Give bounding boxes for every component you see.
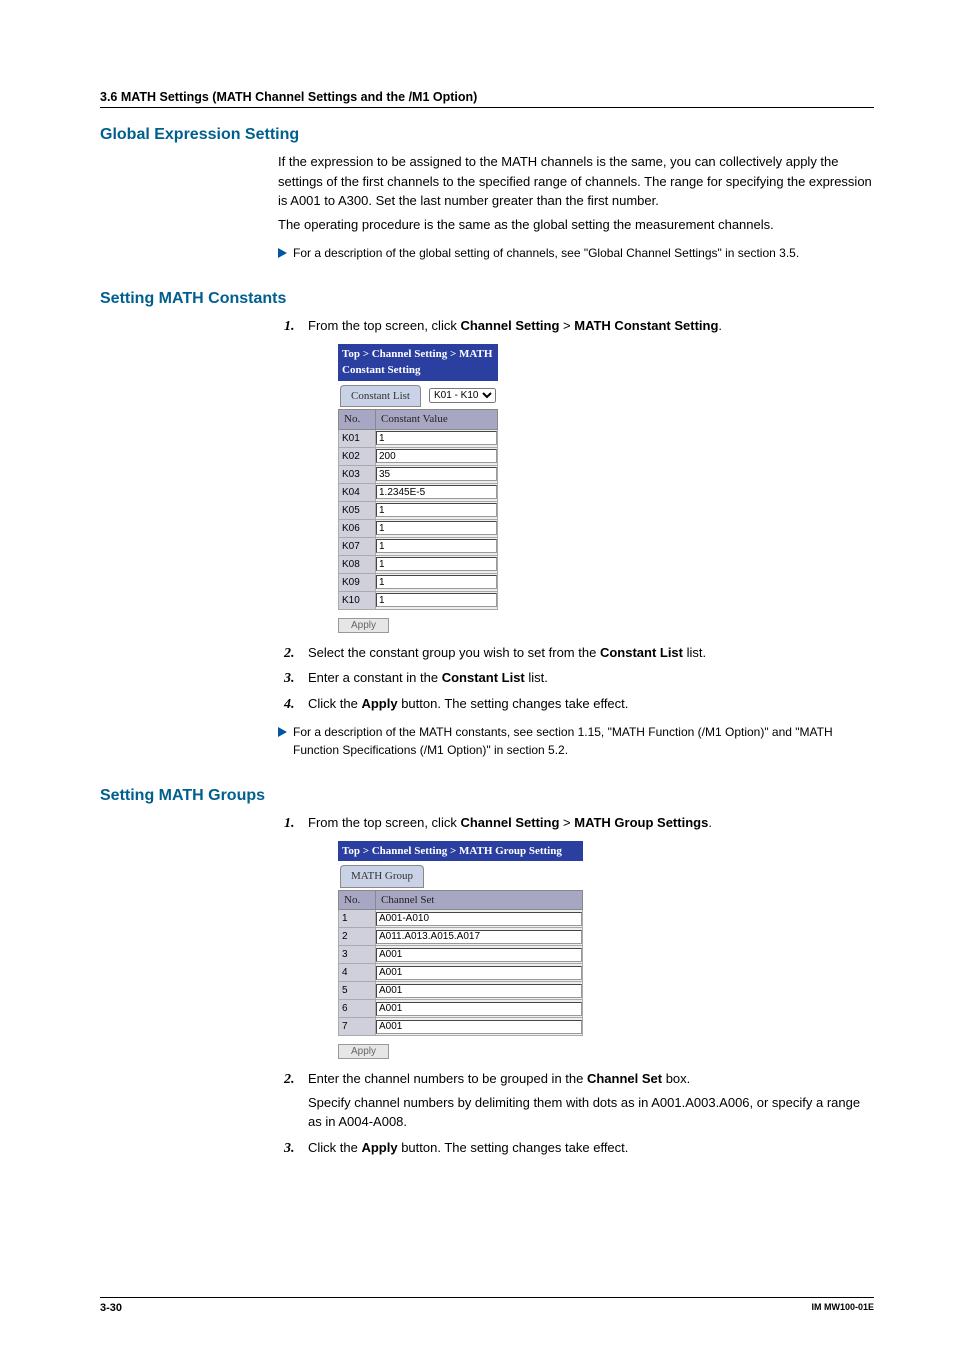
- table-row: K04: [339, 483, 498, 501]
- channel-set-input[interactable]: [376, 1020, 582, 1034]
- constants-note: For a description of the MATH constants,…: [293, 723, 874, 759]
- constant-value-input[interactable]: [376, 593, 497, 607]
- table-row: 2: [339, 928, 583, 946]
- groups-col-channel: Channel Set: [376, 890, 583, 910]
- table-row: 5: [339, 982, 583, 1000]
- groups-table: No. Channel Set 1 2 3 4 5 6 7: [338, 890, 583, 1037]
- note-arrow-icon: [278, 248, 287, 258]
- constants-step-3: Enter a constant in the Constant List li…: [278, 668, 874, 688]
- heading-math-groups: Setting MATH Groups: [100, 787, 874, 805]
- constants-breadcrumb: Top > Channel Setting > MATH Constant Se…: [338, 344, 498, 381]
- table-row: K06: [339, 519, 498, 537]
- constants-apply-button[interactable]: Apply: [338, 618, 389, 633]
- table-row: K01: [339, 429, 498, 447]
- constants-range-select[interactable]: K01 - K10: [429, 388, 496, 403]
- constant-value-input[interactable]: [376, 575, 497, 589]
- page-number: 3-30: [100, 1302, 122, 1314]
- groups-breadcrumb: Top > Channel Setting > MATH Group Setti…: [338, 841, 583, 862]
- constants-tab[interactable]: Constant List: [340, 385, 421, 408]
- table-row: K03: [339, 465, 498, 483]
- global-para-1: If the expression to be assigned to the …: [278, 152, 874, 211]
- heading-global-expression: Global Expression Setting: [100, 126, 874, 144]
- groups-step-1: From the top screen, click Channel Setti…: [278, 813, 874, 1059]
- constant-value-input[interactable]: [376, 449, 497, 463]
- running-header: 3.6 MATH Settings (MATH Channel Settings…: [100, 90, 874, 108]
- constant-value-input[interactable]: [376, 467, 497, 481]
- table-row: K10: [339, 591, 498, 609]
- channel-set-input[interactable]: [376, 948, 582, 962]
- constants-step-2: Select the constant group you wish to se…: [278, 643, 874, 663]
- table-row: 4: [339, 964, 583, 982]
- table-row: K09: [339, 573, 498, 591]
- constants-col-no: No.: [339, 410, 376, 430]
- constants-step-1: From the top screen, click Channel Setti…: [278, 316, 874, 633]
- table-row: 7: [339, 1018, 583, 1036]
- note-arrow-icon: [278, 727, 287, 737]
- heading-math-constants: Setting MATH Constants: [100, 290, 874, 308]
- table-row: 6: [339, 1000, 583, 1018]
- groups-step-2: Enter the channel numbers to be grouped …: [278, 1069, 874, 1132]
- channel-set-input[interactable]: [376, 984, 582, 998]
- constant-value-input[interactable]: [376, 521, 497, 535]
- channel-set-input[interactable]: [376, 912, 582, 926]
- table-row: K05: [339, 501, 498, 519]
- table-row: 1: [339, 910, 583, 928]
- channel-set-input[interactable]: [376, 1002, 582, 1016]
- groups-step-3: Click the Apply button. The setting chan…: [278, 1138, 874, 1158]
- global-para-2: The operating procedure is the same as t…: [278, 215, 874, 235]
- constant-value-input[interactable]: [376, 431, 497, 445]
- table-row: K07: [339, 537, 498, 555]
- constant-value-input[interactable]: [376, 557, 497, 571]
- table-row: K08: [339, 555, 498, 573]
- channel-set-input[interactable]: [376, 966, 582, 980]
- constant-value-input[interactable]: [376, 485, 497, 499]
- table-row: 3: [339, 946, 583, 964]
- constants-col-value: Constant Value: [376, 410, 498, 430]
- groups-col-no: No.: [339, 890, 376, 910]
- constant-value-input[interactable]: [376, 539, 497, 553]
- table-row: K02: [339, 447, 498, 465]
- groups-apply-button[interactable]: Apply: [338, 1044, 389, 1059]
- constant-value-input[interactable]: [376, 503, 497, 517]
- groups-step-2-detail: Specify channel numbers by delimiting th…: [308, 1093, 874, 1132]
- constants-step-4: Click the Apply button. The setting chan…: [278, 694, 874, 714]
- document-id: IM MW100-01E: [811, 1302, 874, 1314]
- constants-table: No. Constant Value K01 K02 K03 K04 K05 K…: [338, 409, 498, 610]
- global-note: For a description of the global setting …: [293, 244, 874, 262]
- groups-tab[interactable]: MATH Group: [340, 865, 424, 888]
- channel-set-input[interactable]: [376, 930, 582, 944]
